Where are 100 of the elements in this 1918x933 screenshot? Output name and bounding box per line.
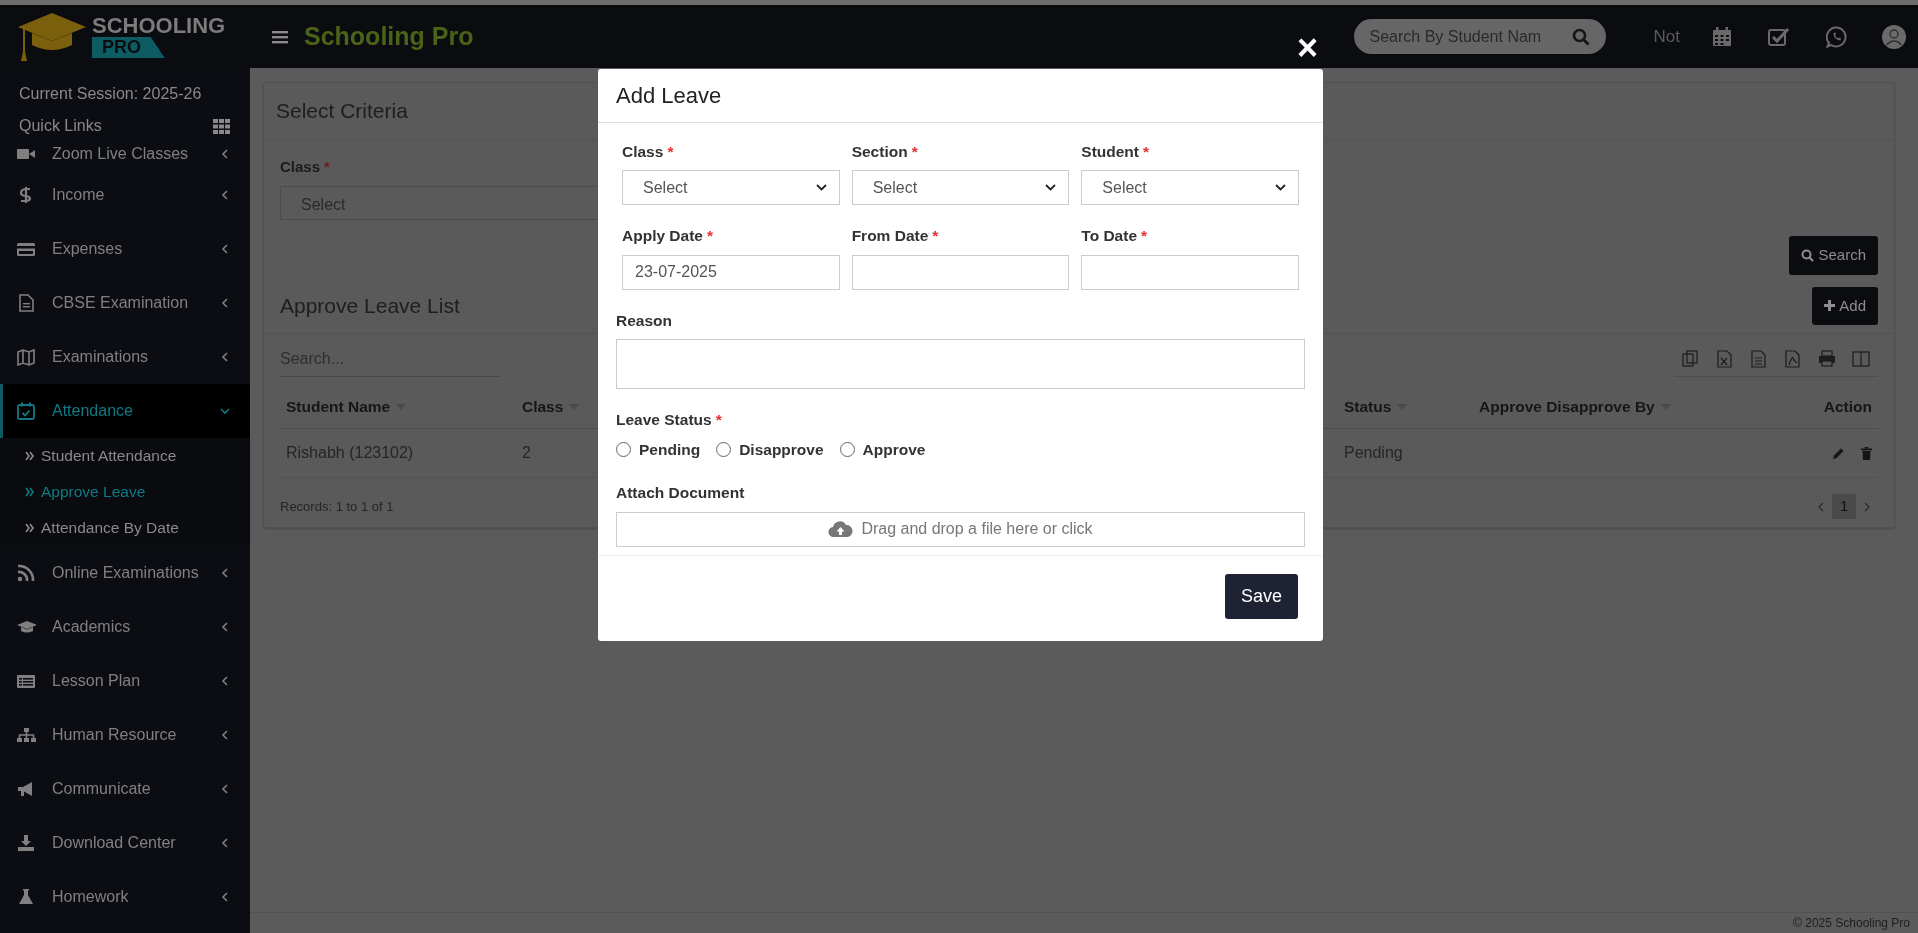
chevron-left-icon <box>220 149 230 159</box>
select-field[interactable]: Select <box>622 170 840 206</box>
org-chart-icon <box>16 726 36 744</box>
rss-icon <box>16 564 36 582</box>
sidebar-item[interactable]: Examinations <box>0 330 250 384</box>
list-icon <box>16 672 36 690</box>
chat-bubble-icon[interactable] <box>1826 25 1848 48</box>
double-chevron-icon <box>25 451 34 461</box>
required-mark: * <box>706 227 713 245</box>
chevron-left-icon <box>220 892 230 902</box>
sidebar-item[interactable]: Income <box>0 168 250 222</box>
date-field[interactable] <box>851 254 1070 290</box>
logo-text: PRO <box>92 36 165 59</box>
logo-text: SCHOOLING <box>92 14 226 37</box>
save-button[interactable]: Save <box>1224 573 1298 619</box>
required-mark: * <box>911 143 918 160</box>
sidebar-item[interactable]: Academics <box>0 600 250 654</box>
double-chevron-icon <box>25 487 34 497</box>
add-button[interactable]: Add <box>1812 286 1878 325</box>
session-text: Current Session: 2025-26 <box>19 84 203 104</box>
select-field[interactable]: Select <box>851 170 1070 206</box>
field-label: From Date <box>851 227 929 245</box>
column-header[interactable]: Status <box>1338 385 1473 430</box>
select-field[interactable]: Select <box>1081 170 1299 206</box>
sidebar-item[interactable]: Online Examinations <box>0 546 250 600</box>
submenu-item[interactable]: Attendance By Date <box>0 510 250 546</box>
radio-option[interactable]: Disapprove <box>716 438 824 462</box>
search-field[interactable]: Search By Student Nam <box>1353 19 1606 54</box>
sidebar-item[interactable]: Lesson Plan <box>0 654 250 708</box>
chevron-left-icon <box>220 352 230 362</box>
sidebar-item[interactable]: CBSE Examination <box>0 276 250 330</box>
chevron-left-icon[interactable] <box>1818 501 1825 512</box>
chevron-left-icon <box>220 730 230 740</box>
file-drop-zone[interactable]: Drag and drop a file here or click <box>616 511 1305 547</box>
credit-card-icon <box>16 240 36 258</box>
sidebar-item[interactable]: Download Center <box>0 816 250 870</box>
pencil-icon[interactable] <box>1832 446 1845 460</box>
double-chevron-icon <box>25 523 34 533</box>
column-header[interactable]: Approve Disapprove By <box>1473 385 1788 430</box>
date-field[interactable]: 23-07-2025 <box>622 254 840 290</box>
copy-icon[interactable] <box>1682 350 1700 368</box>
chevron-down-icon <box>1045 184 1057 192</box>
modal-title: Add Leave <box>598 69 1323 123</box>
chevron-down-icon <box>1274 184 1286 192</box>
document-icon <box>16 294 36 312</box>
cloud-upload-icon <box>828 520 854 538</box>
chevron-left-icon <box>220 784 230 794</box>
date-field[interactable] <box>1081 254 1299 290</box>
required-mark: * <box>667 143 674 160</box>
chevron-left-icon <box>220 676 230 686</box>
field-label: Class <box>622 143 664 160</box>
checkbox-icon[interactable] <box>1768 26 1790 47</box>
chevron-left-icon <box>220 838 230 848</box>
footer-text: © 2025 Schooling Pro <box>1793 915 1910 932</box>
search-button[interactable]: Search <box>1789 236 1878 275</box>
trash-icon[interactable] <box>1861 446 1872 460</box>
field-label: Leave Status <box>616 410 712 428</box>
app-title: Schooling Pro <box>304 20 474 52</box>
notification-text: Not <box>1653 25 1680 48</box>
columns-icon[interactable] <box>1852 350 1870 368</box>
quick-links-label: Quick Links <box>19 116 102 136</box>
spreadsheet-icon[interactable] <box>1716 350 1734 368</box>
menu-icon[interactable] <box>272 29 288 44</box>
required-mark: * <box>324 157 330 175</box>
chevron-left-icon <box>220 298 230 308</box>
radio-option[interactable]: Approve <box>839 438 926 462</box>
sidebar-item[interactable]: Zoom Live Classes <box>0 140 250 168</box>
chevron-down-icon <box>220 406 230 416</box>
printer-icon[interactable] <box>1818 350 1836 368</box>
field-label: Class <box>280 157 321 175</box>
required-mark: * <box>932 227 939 245</box>
flask-icon <box>16 888 36 906</box>
document-icon[interactable] <box>1750 350 1768 368</box>
grid-icon[interactable] <box>213 118 230 134</box>
field-label: Student <box>1081 143 1139 160</box>
map-icon <box>16 348 36 366</box>
user-avatar-icon[interactable] <box>1882 24 1906 49</box>
column-header[interactable]: Student Name <box>280 385 516 430</box>
sidebar-item[interactable]: Attendance <box>0 384 250 438</box>
field-label: To Date <box>1081 227 1137 245</box>
sidebar-item[interactable]: Human Resource <box>0 708 250 762</box>
pdf-icon[interactable] <box>1784 350 1802 368</box>
reason-field[interactable] <box>616 338 1305 389</box>
close-button[interactable]: × <box>1297 30 1319 66</box>
field-label: Apply Date <box>622 227 703 245</box>
submenu-item[interactable]: Student Attendance <box>0 438 250 474</box>
search-icon[interactable] <box>1571 28 1590 46</box>
chevron-right-icon[interactable] <box>1864 501 1870 512</box>
radio-option[interactable]: Pending <box>616 438 701 462</box>
field-label: Attach Document <box>616 484 745 502</box>
field-label: Reason <box>616 311 672 329</box>
required-mark: * <box>1141 227 1148 245</box>
sidebar-item[interactable]: Expenses <box>0 222 250 276</box>
submenu-item[interactable]: Approve Leave <box>0 474 250 510</box>
required-mark: * <box>715 410 722 428</box>
search-icon <box>1801 248 1815 262</box>
calendar-icon[interactable] <box>1712 26 1732 47</box>
sidebar-item[interactable]: Communicate <box>0 762 250 816</box>
plus-icon <box>1824 300 1836 312</box>
sidebar-item[interactable]: Homework <box>0 870 250 924</box>
